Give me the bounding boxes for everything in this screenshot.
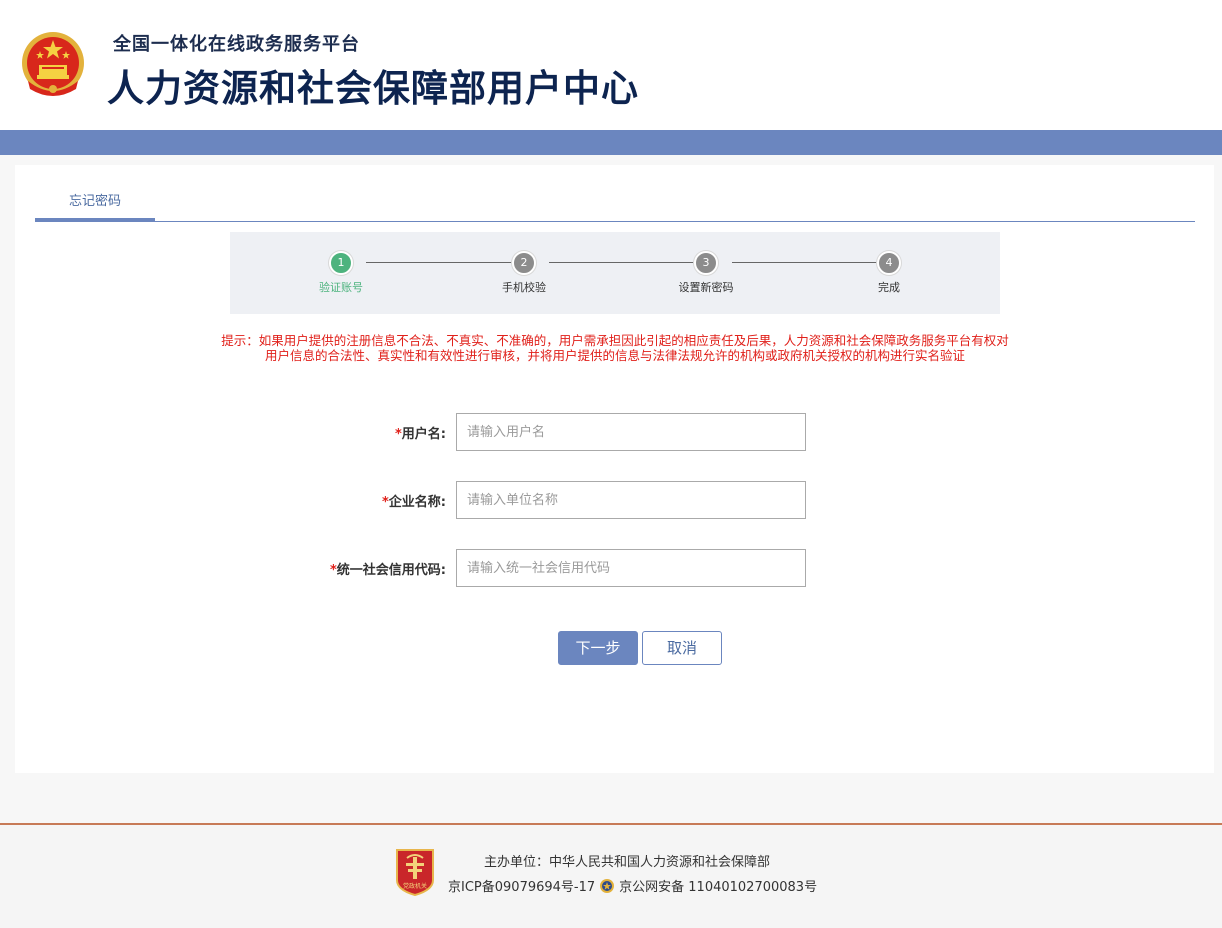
footer-records: 京ICP备09079694号-17 京公网安备 11040102700083号 <box>448 876 817 895</box>
credit-code-label-text: 统一社会信用代码: <box>336 563 446 578</box>
step-label: 设置新密码 <box>678 281 734 294</box>
company-name-label: *企业名称: <box>382 491 446 510</box>
required-mark: * <box>381 495 389 510</box>
header-band <box>0 130 1222 155</box>
company-name-input[interactable] <box>456 481 806 519</box>
tab-forgot-password[interactable]: 忘记密码 <box>35 165 155 222</box>
required-mark: * <box>329 563 337 578</box>
required-mark: * <box>394 427 402 442</box>
cancel-button[interactable]: 取消 <box>642 631 722 665</box>
username-row: *用户名: <box>15 413 1214 451</box>
progress-stepper: 1 验证账号 2 手机校验 3 设置新密码 4 完成 <box>230 232 1000 314</box>
company-name-row: *企业名称: <box>15 481 1214 519</box>
site-title: 人力资源和社会保障部用户中心 <box>107 67 639 110</box>
platform-subtitle: 全国一体化在线政务服务平台 <box>113 34 360 55</box>
badge-text: 党政机关 <box>403 882 427 890</box>
step-phone-check: 2 手机校验 <box>464 251 584 295</box>
credit-code-input[interactable] <box>456 549 806 587</box>
step-set-password: 3 设置新密码 <box>646 251 766 295</box>
tab-bar: 忘记密码 <box>35 165 1195 222</box>
step-number: 2 <box>512 251 536 275</box>
site-header: 全国一体化在线政务服务平台 人力资源和社会保障部用户中心 <box>0 0 1222 130</box>
step-label: 完成 <box>878 281 900 294</box>
step-complete: 4 完成 <box>829 251 949 295</box>
police-badge-icon <box>600 878 615 893</box>
step-number: 1 <box>329 251 353 275</box>
national-emblem-icon <box>22 32 84 96</box>
step-number: 3 <box>694 251 718 275</box>
icp-link[interactable]: 京ICP备09079694号-17 <box>448 876 595 895</box>
next-step-button[interactable]: 下一步 <box>558 631 638 665</box>
site-footer: 党政机关 主办单位：中华人民共和国人力资源和社会保障部 京ICP备0907969… <box>0 823 1222 928</box>
username-input[interactable] <box>456 413 806 451</box>
footer-sponsor: 主办单位：中华人民共和国人力资源和社会保障部 <box>484 855 771 870</box>
username-label-text: 用户名: <box>401 427 446 442</box>
registration-notice: 提示：如果用户提供的注册信息不合法、不真实、不准确的，用户需承担因此引起的相应责… <box>221 333 1009 363</box>
main-card: 忘记密码 1 验证账号 2 手机校验 3 设置新密码 4 完成 提示：如果用户提… <box>15 165 1214 773</box>
credit-code-label: *统一社会信用代码: <box>330 559 446 578</box>
step-label: 手机校验 <box>502 281 546 294</box>
company-name-label-text: 企业名称: <box>388 495 446 510</box>
step-verify-account: 1 验证账号 <box>281 251 401 295</box>
step-number: 4 <box>877 251 901 275</box>
police-record-link[interactable]: 京公网安备 11040102700083号 <box>619 876 817 895</box>
username-label: *用户名: <box>395 423 446 442</box>
step-label: 验证账号 <box>319 281 363 294</box>
party-government-badge-icon: 党政机关 <box>396 849 434 896</box>
credit-code-row: *统一社会信用代码: <box>15 549 1214 587</box>
